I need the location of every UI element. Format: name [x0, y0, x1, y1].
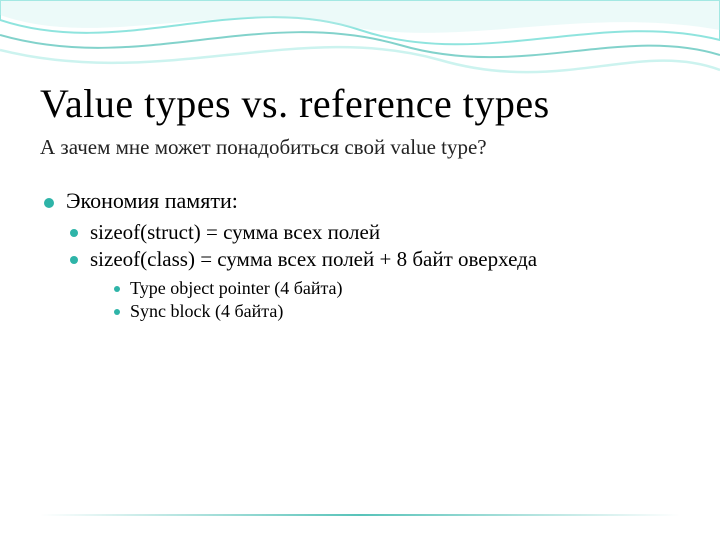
- bullet-l3: Sync block (4 байта): [110, 301, 680, 322]
- bullet-list: Экономия памяти: sizeof(struct) = сумма …: [40, 188, 680, 322]
- bullet-text: sizeof(struct) = сумма всех полей: [90, 220, 380, 244]
- slide-title: Value types vs. reference types: [40, 80, 680, 127]
- bullet-text: sizeof(class) = сумма всех полей + 8 бай…: [90, 247, 537, 271]
- bullet-text: Type object pointer (4 байта): [130, 278, 343, 298]
- bullet-l1: Экономия памяти: sizeof(struct) = сумма …: [40, 188, 680, 322]
- bullet-l2: sizeof(class) = сумма всех полей + 8 бай…: [66, 247, 680, 322]
- bullet-l3: Type object pointer (4 байта): [110, 278, 680, 299]
- bullet-text: Экономия памяти:: [66, 188, 238, 213]
- footer-divider: [40, 514, 680, 516]
- slide-content: Value types vs. reference types А зачем …: [0, 0, 720, 540]
- slide-subtitle: А зачем мне может понадобиться свой valu…: [40, 135, 680, 160]
- bullet-subsublist: Type object pointer (4 байта) Sync block…: [110, 278, 680, 322]
- bullet-l2: sizeof(struct) = сумма всех полей: [66, 220, 680, 245]
- bullet-text: Sync block (4 байта): [130, 301, 283, 321]
- bullet-sublist: sizeof(struct) = сумма всех полей sizeof…: [66, 220, 680, 322]
